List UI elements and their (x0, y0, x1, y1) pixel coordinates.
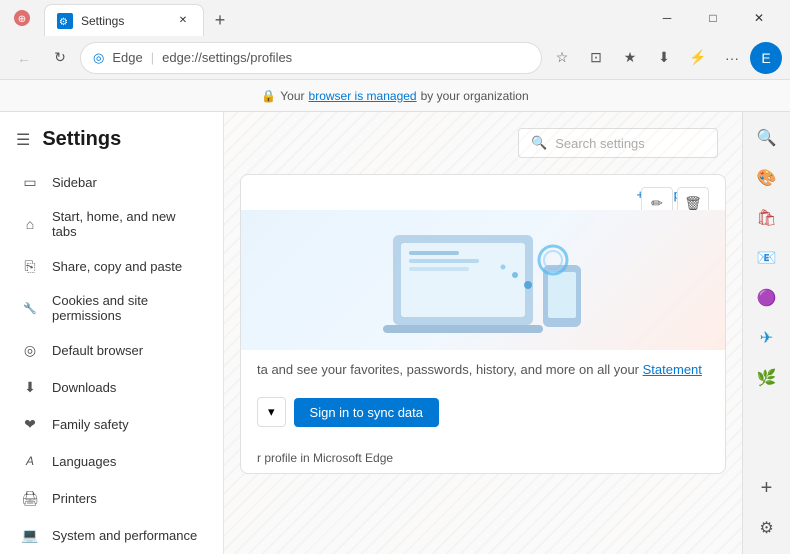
refresh-button[interactable]: ↻ (44, 42, 76, 74)
back-button[interactable]: ← (8, 42, 40, 74)
sidebar-item-label: Languages (52, 454, 116, 469)
title-bar: ⊕ ⚙ Settings ✕ + ─ □ ✕ (0, 0, 790, 36)
edge-logo-icon: ◎ (93, 50, 104, 66)
sidebar-item-default-browser[interactable]: ◎ Default browser (4, 332, 219, 368)
sidebar-item-label: System and performance (52, 528, 197, 543)
edge-right-sidebar: 🔍 🎨 🛍 📧 🟣 ✈ 🌿 + ⚙ (742, 112, 790, 554)
profiles-card: ✏ 🗑 + Add profile (240, 174, 726, 474)
settings-nav: ▭ Sidebar ⌂ Start, home, and new tabs ⎘ … (0, 159, 223, 554)
sidebar-title: Settings (42, 128, 121, 151)
profiles-card-header: ✏ 🗑 + Add profile (241, 175, 725, 210)
close-button[interactable]: ✕ (736, 0, 782, 36)
downloads-icon: ⬇ (20, 377, 40, 397)
sidebar-add-button[interactable]: + (749, 470, 785, 506)
edge-shop-icon[interactable]: 🛍 (749, 200, 785, 236)
downloads-toolbar-icon[interactable]: ⬇ (648, 42, 680, 74)
sidebar-item-languages[interactable]: A Languages (4, 443, 219, 479)
system-performance-icon: 💻 (20, 525, 40, 545)
edge-telegram-icon[interactable]: ✈ (749, 320, 785, 356)
sidebar-item-label: Downloads (52, 380, 116, 395)
sync-illustration (333, 215, 633, 345)
reading-view-icon[interactable]: ⊡ (580, 42, 612, 74)
sidebar-header: ☰ Settings (0, 112, 223, 159)
settings-search-box[interactable]: 🔍 Search settings (518, 128, 718, 158)
url-separator: | (151, 50, 154, 65)
privacy-statement-link[interactable]: Statement (643, 362, 702, 377)
sidebar-item-label: Cookies and site permissions (52, 293, 203, 323)
edge-office-icon[interactable]: 🟣 (749, 280, 785, 316)
main-layout: ☰ Settings ▭ Sidebar ⌂ Start, home, and … (0, 112, 790, 554)
collections-icon[interactable]: ★ (614, 42, 646, 74)
cookies-icon: 🔧 (20, 298, 40, 318)
profile-bottom-text: r profile in Microsoft Edge (241, 443, 725, 473)
sidebar-item-label: Start, home, and new tabs (52, 209, 203, 239)
tab-title: Settings (81, 14, 124, 28)
default-browser-icon: ◎ (20, 340, 40, 360)
start-home-icon: ⌂ (20, 214, 40, 234)
tab-close-button[interactable]: ✕ (175, 13, 191, 29)
sidebar-item-label: Sidebar (52, 175, 97, 190)
content-area: 🔍 Search settings ✏ 🗑 + Add profile (224, 112, 742, 554)
sidebar-item-cookies[interactable]: 🔧 Cookies and site permissions (4, 285, 219, 331)
lock-icon: 🔒 (261, 89, 276, 103)
toolbar-icons: ☆ ⊡ ★ ⬇ ⚡ ··· E (546, 42, 782, 74)
managed-link[interactable]: browser is managed (309, 89, 417, 103)
tab-favicon: ⚙ (57, 13, 73, 29)
url-bar[interactable]: ◎ Edge | edge://settings/profiles (80, 42, 542, 74)
svg-text:⊕: ⊕ (18, 14, 26, 25)
url-text: edge://settings/profiles (162, 50, 292, 65)
tab-bar: ⚙ Settings ✕ + (44, 0, 640, 36)
sidebar-item-share-copy[interactable]: ⎘ Share, copy and paste (4, 248, 219, 284)
settings-sidebar: ☰ Settings ▭ Sidebar ⌂ Start, home, and … (0, 112, 224, 554)
profile-avatar[interactable]: E (750, 42, 782, 74)
sidebar-item-label: Printers (52, 491, 97, 506)
window-controls: ⊕ (8, 2, 36, 34)
sidebar-item-system-performance[interactable]: 💻 System and performance (4, 517, 219, 553)
window-icon: ⊕ (8, 2, 36, 34)
profile-illustration (241, 210, 725, 350)
new-tab-button[interactable]: + (204, 4, 236, 36)
family-safety-icon: ❤ (20, 414, 40, 434)
edge-leaf-icon[interactable]: 🌿 (749, 360, 785, 396)
sidebar-item-family-safety[interactable]: ❤ Family safety (4, 406, 219, 442)
edge-search-icon[interactable]: 🔍 (749, 120, 785, 156)
extensions-icon[interactable]: ⚡ (682, 42, 714, 74)
edge-color-icon[interactable]: 🎨 (749, 160, 785, 196)
svg-text:⚙: ⚙ (59, 17, 68, 27)
search-bar-container: 🔍 Search settings (224, 112, 742, 166)
edge-outlook-icon[interactable]: 📧 (749, 240, 785, 276)
sign-in-sync-button[interactable]: Sign in to sync data (294, 398, 439, 427)
share-copy-icon: ⎘ (20, 256, 40, 276)
managed-banner: 🔒 Your browser is managed by your organi… (0, 80, 790, 112)
profile-dropdown[interactable]: ▾ (257, 397, 286, 427)
sidebar-icon: ▭ (20, 172, 40, 192)
more-button[interactable]: ··· (716, 42, 748, 74)
browser-label: Edge (112, 50, 142, 65)
favorites-star-icon[interactable]: ☆ (546, 42, 578, 74)
address-bar: ← ↻ ◎ Edge | edge://settings/profiles ☆ … (0, 36, 790, 80)
active-tab[interactable]: ⚙ Settings ✕ (44, 4, 204, 36)
sidebar-item-label: Family safety (52, 417, 129, 432)
sidebar-item-downloads[interactable]: ⬇ Downloads (4, 369, 219, 405)
search-icon: 🔍 (531, 135, 547, 151)
sidebar-item-start-home[interactable]: ⌂ Start, home, and new tabs (4, 201, 219, 247)
search-placeholder: Search settings (555, 136, 645, 151)
minimize-button[interactable]: ─ (644, 0, 690, 36)
sidebar-settings-gear-icon[interactable]: ⚙ (749, 510, 785, 546)
sync-text-area: ta and see your favorites, passwords, hi… (241, 350, 725, 389)
sidebar-item-printers[interactable]: 🖨 Printers (4, 480, 219, 516)
sidebar-item-label: Default browser (52, 343, 143, 358)
managed-suffix: by your organization (421, 89, 529, 103)
hamburger-menu-button[interactable]: ☰ (16, 130, 30, 150)
sync-description: ta and see your favorites, passwords, hi… (257, 362, 639, 377)
maximize-button[interactable]: □ (690, 0, 736, 36)
languages-icon: A (20, 451, 40, 471)
managed-prefix: Your (280, 89, 304, 103)
profile-footer: r profile in Microsoft Edge (257, 451, 393, 465)
sync-actions: ▾ Sign in to sync data (241, 389, 725, 443)
dropdown-arrow-icon: ▾ (268, 404, 275, 420)
sidebar-item-label: Share, copy and paste (52, 259, 182, 274)
sidebar-item-sidebar[interactable]: ▭ Sidebar (4, 164, 219, 200)
printers-icon: 🖨 (20, 488, 40, 508)
